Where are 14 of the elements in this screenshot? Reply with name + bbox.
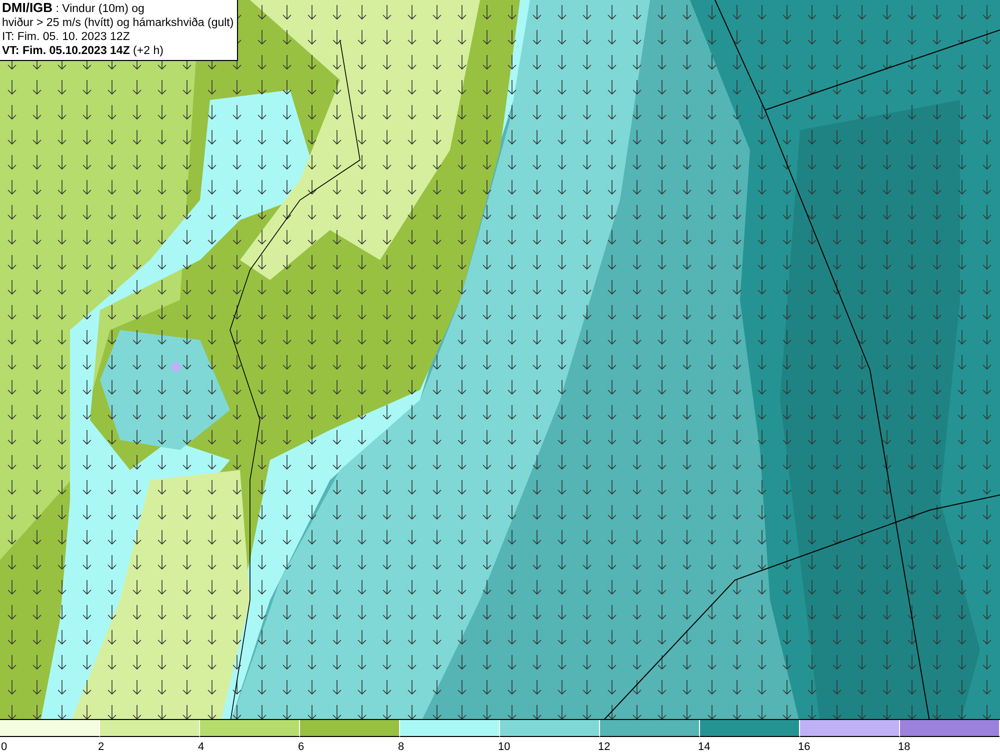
legend-label: 10 [497, 740, 512, 753]
title-line: VT: Fim. 05.10.2023 14Z (+2 h) [2, 44, 164, 58]
legend-label: 12 [597, 740, 612, 753]
title-line: hviður > 25 m/s (hvítt) og hámarkshviða (gult) [2, 16, 234, 30]
legend-label: 4 [197, 740, 206, 753]
legend-label: 6 [297, 740, 306, 753]
legend-label: 16 [797, 740, 812, 753]
title-line: DMI/IGB : Vindur (10m) og [2, 1, 146, 16]
legend-label: 18 [897, 740, 912, 753]
legend-label: 0 [0, 740, 8, 753]
legend-label: 14 [697, 740, 712, 753]
legend-label: 8 [397, 740, 406, 753]
legend-label: 2 [97, 740, 106, 753]
title-line: IT: Fim. 05. 10. 2023 12Z [2, 30, 131, 44]
